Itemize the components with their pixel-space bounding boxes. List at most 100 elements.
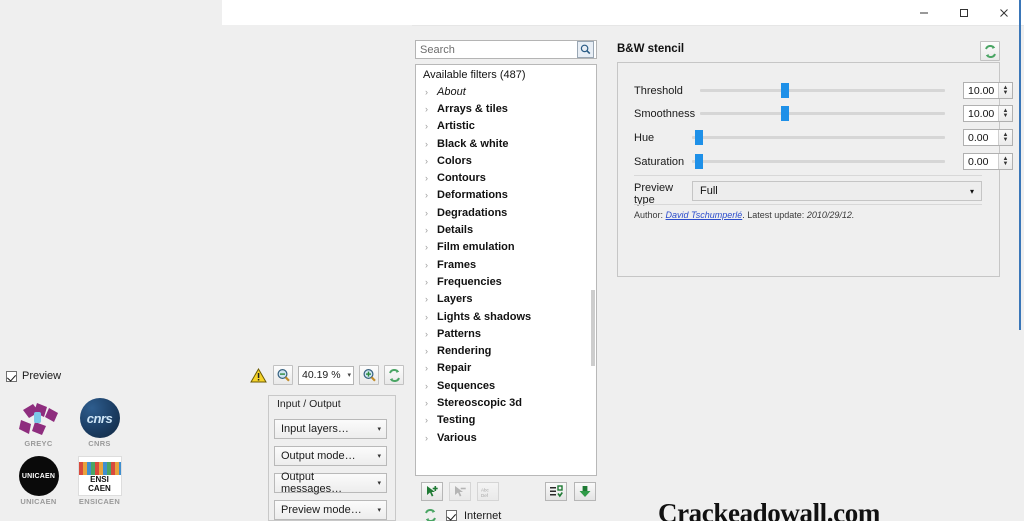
threshold-slider[interactable] [700, 83, 945, 98]
filter-item-lights-shadows[interactable]: › Lights & shadows [416, 308, 596, 325]
search-input[interactable] [420, 43, 570, 56]
author-link[interactable]: David Tschumperlé [666, 210, 743, 220]
filter-item-arrays-tiles[interactable]: › Arrays & tiles [416, 100, 596, 117]
input-layers-label: Input layers… [281, 423, 349, 435]
reset-zoom-button[interactable] [384, 365, 404, 385]
threshold-stepper[interactable]: ▲ ▼ [998, 83, 1012, 98]
filter-item-black-white[interactable]: › Black & white [416, 135, 596, 152]
zoom-toolbar: 40.19 % ▾ [248, 365, 404, 385]
filter-item-colors[interactable]: › Colors [416, 152, 596, 169]
preview-type-combo[interactable]: Full ▾ [692, 181, 982, 201]
hue-value: 0.00 [968, 131, 989, 144]
hue-spinbox[interactable]: 0.00 ▲ ▼ [963, 129, 1013, 146]
chevron-right-icon: › [425, 311, 428, 322]
filter-item-patterns[interactable]: › Patterns [416, 325, 596, 342]
filter-label: Patterns [437, 327, 482, 340]
threshold-spinbox[interactable]: 10.00 ▲ ▼ [963, 82, 1013, 99]
filter-label: About [437, 85, 466, 98]
filter-toolbar-left: Abc Def [421, 482, 499, 501]
chevron-right-icon: › [425, 328, 428, 339]
filter-label: Degradations [437, 206, 508, 219]
filter-item-frames[interactable]: › Frames [416, 256, 596, 273]
chevron-right-icon: › [425, 86, 428, 97]
unicaen-caption: UNICAEN [20, 497, 57, 506]
smoothness-slider-thumb[interactable] [780, 106, 789, 121]
internet-checkbox[interactable] [446, 510, 457, 521]
update-date: 2010/29/12. [806, 210, 855, 220]
filter-item-degradations[interactable]: › Degradations [416, 204, 596, 221]
saturation-value: 0.00 [968, 155, 989, 168]
filter-item-stereoscopic-3d[interactable]: › Stereoscopic 3d [416, 394, 596, 411]
hue-slider[interactable] [692, 130, 945, 145]
chevron-right-icon: › [425, 190, 428, 201]
chevron-right-icon: › [425, 138, 428, 149]
maximize-button[interactable] [944, 0, 984, 25]
threshold-slider-thumb[interactable] [780, 83, 789, 98]
filter-item-about[interactable]: › About [416, 83, 596, 100]
divider [634, 204, 982, 205]
rename-icon[interactable]: Abc Def [477, 482, 499, 501]
filter-item-repair[interactable]: › Repair [416, 360, 596, 377]
saturation-row: Saturation 0.00 ▲ ▼ [634, 153, 1013, 170]
preview-mode-button[interactable]: Preview mode… ▾ [274, 500, 387, 520]
smoothness-slider[interactable] [700, 106, 945, 121]
ensicaen-caption: ENSICAEN [78, 497, 121, 506]
divider [634, 175, 982, 176]
minimize-button[interactable] [904, 0, 944, 25]
available-filters-header: Available filters (487) [423, 69, 526, 81]
filter-item-details[interactable]: › Details [416, 221, 596, 238]
cnrs-caption: CNRS [88, 439, 111, 448]
filter-item-rendering[interactable]: › Rendering [416, 342, 596, 359]
refresh-parameters-button[interactable] [980, 41, 1000, 61]
search-box[interactable] [415, 40, 597, 59]
filters-scrollbar-thumb[interactable] [591, 290, 595, 366]
hue-stepper[interactable]: ▲ ▼ [998, 130, 1012, 145]
unicaen-mark: UNICAEN [21, 472, 56, 480]
saturation-slider[interactable] [692, 154, 945, 169]
preview-mode-label: Preview mode… [281, 504, 362, 516]
saturation-spinbox[interactable]: 0.00 ▲ ▼ [963, 153, 1013, 170]
saturation-stepper[interactable]: ▲ ▼ [998, 154, 1012, 169]
preview-checkbox[interactable]: Preview [6, 370, 61, 382]
refresh-filters-icon[interactable] [421, 506, 439, 521]
remove-favorite-icon[interactable] [449, 482, 471, 501]
zoom-out-button[interactable] [273, 365, 293, 385]
zoom-level-combo[interactable]: 40.19 % ▾ [298, 365, 354, 385]
add-favorite-icon[interactable] [421, 482, 443, 501]
input-layers-button[interactable]: Input layers… ▾ [274, 419, 387, 439]
zoom-in-button[interactable] [359, 365, 379, 385]
output-mode-button[interactable]: Output mode… ▾ [274, 446, 387, 466]
smoothness-value: 10.00 [968, 107, 995, 120]
filter-toolbar-right [545, 482, 596, 501]
output-messages-label: Output messages… [281, 471, 343, 495]
filter-label: Black & white [437, 137, 509, 150]
close-button[interactable] [984, 0, 1024, 25]
filter-item-frequencies[interactable]: › Frequencies [416, 273, 596, 290]
saturation-label: Saturation [634, 155, 685, 168]
output-messages-button[interactable]: Output messages… ▾ [274, 471, 387, 495]
filter-item-various[interactable]: › Various [416, 429, 596, 446]
filter-item-layers[interactable]: › Layers [416, 291, 596, 308]
filter-item-contours[interactable]: › Contours [416, 169, 596, 186]
chevron-right-icon: › [425, 121, 428, 132]
filter-item-testing[interactable]: › Testing [416, 412, 596, 429]
hue-slider-thumb[interactable] [694, 130, 703, 145]
smoothness-spinbox[interactable]: 10.00 ▲ ▼ [963, 105, 1013, 122]
manage-list-icon[interactable] [545, 482, 567, 501]
filter-label: Details [437, 224, 474, 237]
saturation-slider-thumb[interactable] [694, 154, 703, 169]
preview-checkbox-box[interactable] [6, 370, 17, 382]
chevron-down-icon: ▾ [377, 426, 381, 433]
filter-item-artistic[interactable]: › Artistic [416, 118, 596, 135]
filter-item-film-emulation[interactable]: › Film emulation [416, 239, 596, 256]
filters-list[interactable]: › About › Arrays & tiles › Artistic › Black … [416, 83, 596, 446]
filter-item-deformations[interactable]: › Deformations [416, 187, 596, 204]
available-filters-panel[interactable]: Available filters (487) › About › Arrays &… [415, 64, 597, 476]
chevron-right-icon: › [425, 294, 428, 305]
filter-item-sequences[interactable]: › Sequences [416, 377, 596, 394]
chevron-down-icon: ▾ [347, 372, 351, 379]
smoothness-stepper[interactable]: ▲ ▼ [998, 106, 1012, 121]
search-icon[interactable] [577, 41, 594, 58]
filter-label: Testing [437, 414, 476, 427]
download-icon[interactable] [574, 482, 596, 501]
